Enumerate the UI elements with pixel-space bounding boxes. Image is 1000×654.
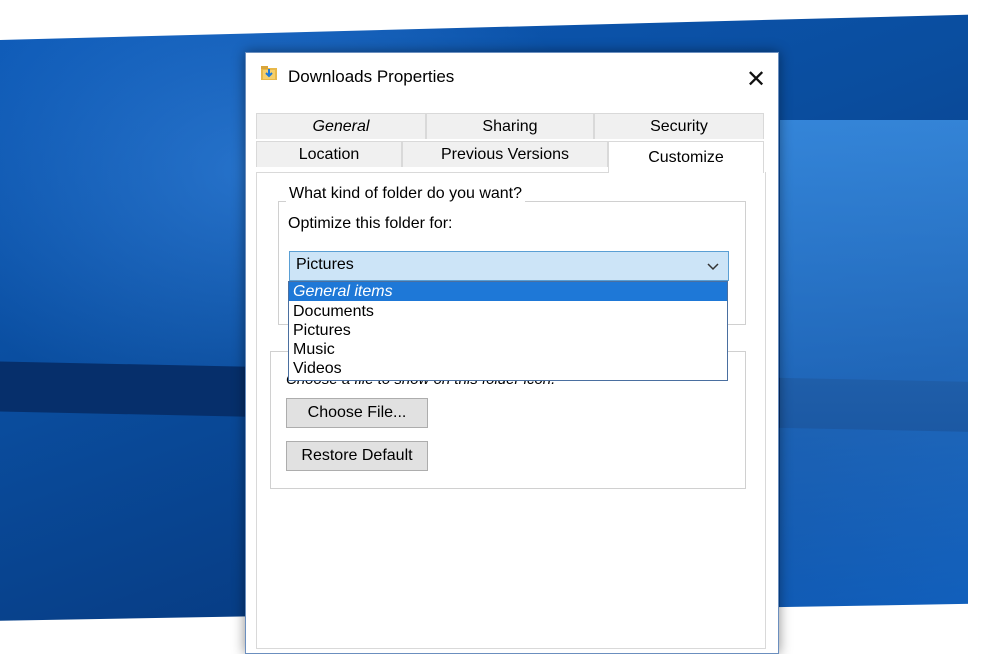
restore-default-button[interactable]: Restore Default: [286, 441, 428, 471]
optimize-label: Optimize this folder for:: [288, 215, 453, 232]
tab-previous-versions[interactable]: Previous Versions: [402, 141, 608, 167]
tab-general[interactable]: General: [256, 113, 426, 139]
option-pictures[interactable]: Pictures: [289, 321, 727, 340]
option-music[interactable]: Music: [289, 340, 727, 359]
desktop-glow: [780, 120, 1000, 620]
tab-divider: [256, 172, 608, 173]
tab-customize[interactable]: Customize: [608, 141, 764, 173]
window-title: Downloads Properties: [288, 67, 455, 86]
folder-download-icon: [261, 66, 277, 80]
tab-sharing[interactable]: Sharing: [426, 113, 594, 139]
optimize-dropdown-list: General items Documents Pictures Music V…: [288, 281, 728, 381]
folder-group-label: What kind of folder do you want?: [286, 185, 526, 203]
option-videos[interactable]: Videos: [289, 359, 727, 378]
optimize-folder-select[interactable]: Pictures: [289, 251, 729, 281]
properties-dialog: Downloads Properties ✕ General Sharing S…: [245, 52, 779, 654]
chevron-down-icon: [707, 263, 719, 271]
desktop-edge-right: [968, 0, 1000, 652]
tab-location[interactable]: Location: [256, 141, 402, 167]
close-button[interactable]: ✕: [738, 65, 774, 97]
option-general-items[interactable]: General items: [289, 282, 727, 301]
choose-file-button[interactable]: Choose File...: [286, 398, 428, 428]
option-documents[interactable]: Documents: [289, 302, 727, 321]
close-icon: ✕: [745, 66, 767, 93]
selected-value: Pictures: [296, 256, 354, 273]
title-bar[interactable]: Downloads Properties ✕: [246, 53, 778, 105]
tab-security[interactable]: Security: [594, 113, 764, 139]
